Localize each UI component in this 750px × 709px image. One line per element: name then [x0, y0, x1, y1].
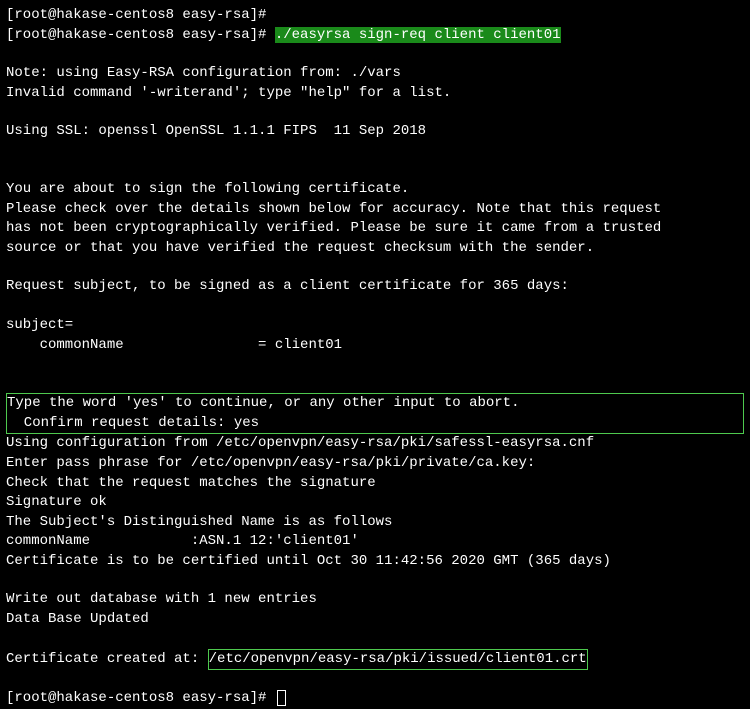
blank-line: [6, 103, 744, 122]
blank-line: [6, 297, 744, 316]
output-cert-until: Certificate is to be certified until Oct…: [6, 552, 744, 572]
output-using-config: Using configuration from /etc/openvpn/ea…: [6, 434, 744, 454]
output-pass-phrase: Enter pass phrase for /etc/openvpn/easy-…: [6, 454, 744, 474]
output-note: Note: using Easy-RSA configuration from:…: [6, 64, 744, 84]
output-cn-asn: commonName :ASN.1 12:'client01': [6, 532, 744, 552]
cert-created-prefix: Certificate created at:: [6, 651, 208, 667]
confirm-answer-line: Confirm request details: yes: [7, 414, 743, 434]
confirm-box: Type the word 'yes' to continue, or any …: [6, 393, 744, 434]
output-signature-ok: Signature ok: [6, 493, 744, 513]
output-sign-notice-2: Please check over the details shown belo…: [6, 200, 744, 220]
blank-line: [6, 258, 744, 277]
output-check-request: Check that the request matches the signa…: [6, 474, 744, 494]
blank-line: [6, 161, 744, 180]
output-invalid-command: Invalid command '-writerand'; type "help…: [6, 84, 744, 104]
output-common-name: commonName = client01: [6, 336, 744, 356]
blank-line: [6, 355, 744, 374]
terminal-command-line: [root@hakase-centos8 easy-rsa]# ./easyrs…: [6, 26, 744, 46]
terminal-prompt-line: [root@hakase-centos8 easy-rsa]#: [6, 6, 744, 26]
blank-line: [6, 374, 744, 393]
blank-line: [6, 630, 744, 649]
output-sign-notice-1: You are about to sign the following cert…: [6, 180, 744, 200]
output-db-updated: Data Base Updated: [6, 610, 744, 630]
shell-prompt: [root@hakase-centos8 easy-rsa]#: [6, 27, 275, 43]
output-write-db: Write out database with 1 new entries: [6, 590, 744, 610]
output-subject-header: subject=: [6, 316, 744, 336]
terminal-prompt-line[interactable]: [root@hakase-centos8 easy-rsa]#: [6, 689, 744, 709]
output-distinguished-name: The Subject's Distinguished Name is as f…: [6, 513, 744, 533]
blank-line: [6, 45, 744, 64]
output-sign-notice-4: source or that you have verified the req…: [6, 239, 744, 259]
output-request-subject: Request subject, to be signed as a clien…: [6, 277, 744, 297]
output-sign-notice-3: has not been cryptographically verified.…: [6, 219, 744, 239]
cursor-icon: [277, 690, 286, 706]
output-ssl-version: Using SSL: openssl OpenSSL 1.1.1 FIPS 11…: [6, 122, 744, 142]
shell-prompt: [root@hakase-centos8 easy-rsa]#: [6, 690, 275, 706]
blank-line: [6, 571, 744, 590]
typed-command: ./easyrsa sign-req client client01: [275, 27, 561, 43]
blank-line: [6, 142, 744, 161]
output-cert-created: Certificate created at: /etc/openvpn/eas…: [6, 649, 744, 671]
cert-created-path: /etc/openvpn/easy-rsa/pki/issued/client0…: [208, 649, 588, 671]
shell-prompt: [root@hakase-centos8 easy-rsa]#: [6, 7, 266, 23]
confirm-prompt-line: Type the word 'yes' to continue, or any …: [7, 394, 743, 414]
blank-line: [6, 670, 744, 689]
